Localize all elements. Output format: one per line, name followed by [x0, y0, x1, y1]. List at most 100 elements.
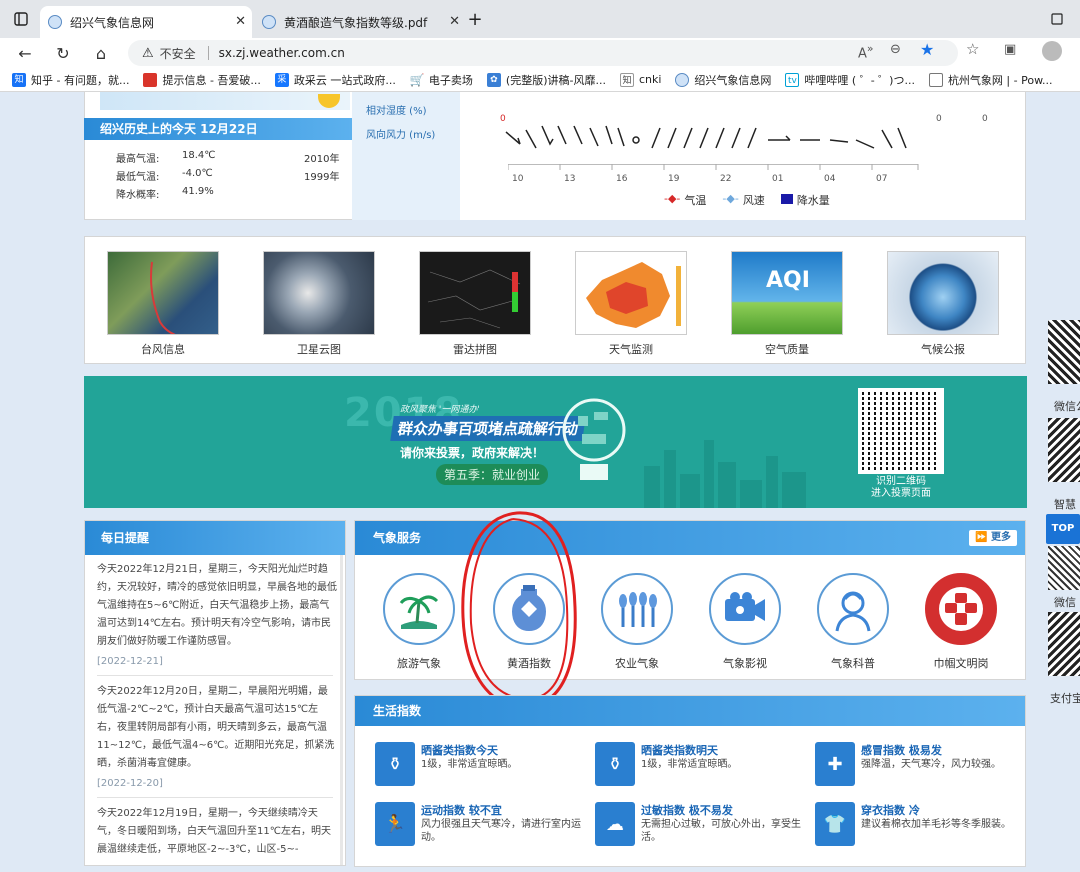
- quick-link-typhoon[interactable]: 台风信息: [107, 251, 219, 356]
- typhoon-map-image: [107, 251, 219, 335]
- more-button[interactable]: ⏩ 更多: [969, 530, 1017, 546]
- life-item[interactable]: ☁ 过敏指数 极不易发 无需担心过敏，可放心外出，享受生活。: [595, 802, 801, 848]
- 52pojie-icon: [143, 72, 158, 87]
- news-divider: [97, 797, 333, 798]
- red-circle-annotation: [461, 511, 577, 709]
- person-icon: [817, 573, 889, 645]
- service-science[interactable]: 气象科普: [813, 573, 893, 671]
- window-restore-icon[interactable]: [1048, 10, 1066, 28]
- banner-headline: 群众办事百项堵点疏解行动: [390, 416, 586, 441]
- video-camera-icon: [709, 573, 781, 645]
- quick-links: 台风信息 卫星云图 雷达拼图 天气监测 AQI 空气质量 气候公报: [84, 236, 1026, 364]
- bookmark-zhihu[interactable]: 知知乎 - 有问题，就...: [12, 72, 129, 88]
- bookmark-speech[interactable]: ✿ (完整版)讲稿-风靡...: [486, 72, 606, 88]
- back-to-top-button[interactable]: TOP: [1046, 514, 1080, 544]
- avatar[interactable]: [1042, 41, 1062, 61]
- news-item[interactable]: 今天2022年12月19日，星期一，今天继续晴冷天气，冬日暖阳到场，白天气温回升…: [97, 805, 337, 863]
- campaign-banner[interactable]: 2018 政风聚焦 '一网通办' 群众办事百项堵点疏解行动 请你来投票，政府来解…: [84, 376, 1027, 508]
- life-index-panel: 生活指数 ⚱ 晒酱类指数今天 1级，非常适宜晾晒。 ⚱ 晒酱类指数明天 1级，非…: [354, 695, 1026, 867]
- quick-link-satellite[interactable]: 卫星云图: [263, 251, 375, 356]
- service-video[interactable]: 气象影视: [705, 573, 785, 671]
- favorite-star-icon[interactable]: ★: [920, 40, 934, 59]
- tab-title: 绍兴气象信息网: [70, 15, 155, 30]
- close-tab-icon[interactable]: ✕: [235, 14, 246, 29]
- page-content: 绍兴历史上的今天 12月22日 最高气温: 18.4℃ 2010年 最低气温: …: [0, 92, 1080, 872]
- bookmark-hangzhou[interactable]: 杭州气象网 | - Pow...: [928, 72, 1053, 88]
- lightbulb-icon: [562, 398, 626, 480]
- chart-ticks: [508, 164, 919, 170]
- side-label: 微信公: [1054, 400, 1080, 413]
- life-item[interactable]: ✚ 感冒指数 极易发 强降温，天气寒冷，风力较强。: [815, 742, 1015, 788]
- service-tourism[interactable]: 旅游气象: [379, 573, 459, 671]
- hour-tick: 07: [876, 174, 888, 184]
- monitoring-map-image: [575, 251, 687, 335]
- quick-link-climate[interactable]: 气候公报: [887, 251, 999, 356]
- alipay-qr-code[interactable]: [1048, 612, 1080, 676]
- life-item[interactable]: 👕 穿衣指数 冷 建议着棉衣加羊毛衫等冬季服装。: [815, 802, 1015, 848]
- bookmark-cnki[interactable]: 知 cnki: [619, 72, 661, 87]
- service-agriculture[interactable]: 农业气象: [597, 573, 677, 671]
- wheat-icon: [601, 573, 673, 645]
- tab-shaoxing-weather[interactable]: 绍兴气象信息网 ✕: [40, 6, 252, 38]
- life-item[interactable]: ⚱ 晒酱类指数今天 1级，非常适宜晾晒。: [375, 742, 575, 788]
- daily-reminder-panel: 每日提醒 今天2022年12月21日，星期三，今天阳光灿烂时趋约，天况较好，晴冷…: [84, 520, 346, 866]
- rain-legend-icon: [780, 194, 793, 204]
- page-icon: [928, 72, 943, 87]
- vote-qr-code[interactable]: [858, 388, 944, 474]
- aqi-badge: AQI: [766, 268, 810, 293]
- new-tab-icon[interactable]: +: [466, 9, 484, 30]
- close-tab-icon[interactable]: ✕: [449, 14, 460, 29]
- hour-tick: 13: [564, 174, 576, 184]
- news-divider: [97, 675, 333, 676]
- hour-tick: 01: [772, 174, 784, 184]
- collections-icon[interactable]: ▣: [1004, 42, 1016, 57]
- quick-link-radar[interactable]: 雷达拼图: [419, 251, 531, 356]
- bookmark-shaoxing[interactable]: 绍兴气象信息网: [675, 72, 771, 88]
- life-item[interactable]: 🏃 运动指数 较不宜 风力很强且天气寒冷，请进行室内运动。: [375, 802, 581, 848]
- warning-icon: ⚠: [142, 45, 154, 61]
- weather-services-panel: 气象服务 ⏩ 更多 旅游气象 黄酒指数 农业气象 气象影视 气象科普 巾帼文明岗: [354, 511, 1026, 709]
- scrollbar[interactable]: [340, 555, 343, 865]
- bookmark-bilibili[interactable]: tv 哔哩哔哩 ( ゜- ゜)つ...: [785, 72, 915, 88]
- cloud-icon: ☁: [595, 802, 635, 846]
- bookmark-52pojie[interactable]: 提示信息 - 吾爱破...: [143, 72, 261, 88]
- home-icon[interactable]: ⌂: [90, 42, 112, 64]
- news-item[interactable]: 今天2022年12月20日，星期二，早晨阳光明媚，最低气温-2℃~2℃，预计白天…: [97, 683, 337, 793]
- tab-actions-icon[interactable]: [12, 10, 30, 28]
- weather-chart: 0 0 0 10 13 16 19 22 01 04 07 -◆- 气温 -◆-…: [460, 92, 1025, 220]
- bookmark-market[interactable]: 🛒 电子卖场: [410, 72, 473, 88]
- quick-link-air-quality[interactable]: AQI 空气质量: [731, 251, 843, 356]
- url-bar[interactable]: ⚠ 不安全 sx.zj.weather.com.cn: [128, 40, 958, 66]
- globe-icon: [675, 72, 690, 87]
- forecast-image-strip: [100, 92, 350, 110]
- aqi-image: AQI: [731, 251, 843, 335]
- wind-legend-icon: -◆-: [722, 192, 739, 205]
- bookmark-zcy[interactable]: 采政采云 一站式政府...: [274, 72, 396, 88]
- side-label: 智慧: [1054, 498, 1076, 511]
- life-item[interactable]: ⚱ 晒酱类指数明天 1级，非常适宜晾晒。: [595, 742, 795, 788]
- cnki-icon: 知: [619, 72, 634, 87]
- shirt-icon: 👕: [815, 802, 855, 846]
- quick-link-monitoring[interactable]: 天气监测: [575, 251, 687, 356]
- read-aloud-icon[interactable]: A»: [858, 42, 874, 61]
- humidity-label: 相对湿度 (%): [366, 106, 427, 117]
- chart-legend-column: 相对湿度 (%) 风向风力 (m/s): [352, 92, 460, 220]
- wechat-qr-code[interactable]: [1048, 320, 1080, 384]
- zoom-icon[interactable]: ⊖: [890, 42, 901, 57]
- tab-pdf[interactable]: 黄酒酿造气象指数等级.pdf ✕: [254, 6, 466, 38]
- radar-image: [419, 251, 531, 335]
- smart-qr-code[interactable]: [1048, 418, 1080, 482]
- service-women-post[interactable]: 巾帼文明岗: [921, 573, 1001, 671]
- favorites-icon[interactable]: ☆: [966, 40, 979, 58]
- hour-tick: 04: [824, 174, 836, 184]
- history-title: 绍兴历史上的今天 12月22日: [84, 118, 352, 140]
- palm-tree-icon: [383, 573, 455, 645]
- wechat-qr-code[interactable]: [1048, 546, 1080, 590]
- globe-image: [887, 251, 999, 335]
- refresh-icon[interactable]: ↻: [52, 42, 74, 64]
- tab-title: 黄酒酿造气象指数等级.pdf: [284, 15, 428, 30]
- side-label: 支付宝: [1050, 692, 1080, 705]
- url-text: sx.zj.weather.com.cn: [218, 46, 345, 60]
- news-item[interactable]: 今天2022年12月21日，星期三，今天阳光灿烂时趋约，天况较好，晴冷的感觉依旧…: [97, 561, 337, 671]
- back-arrow-icon[interactable]: ←: [14, 42, 36, 64]
